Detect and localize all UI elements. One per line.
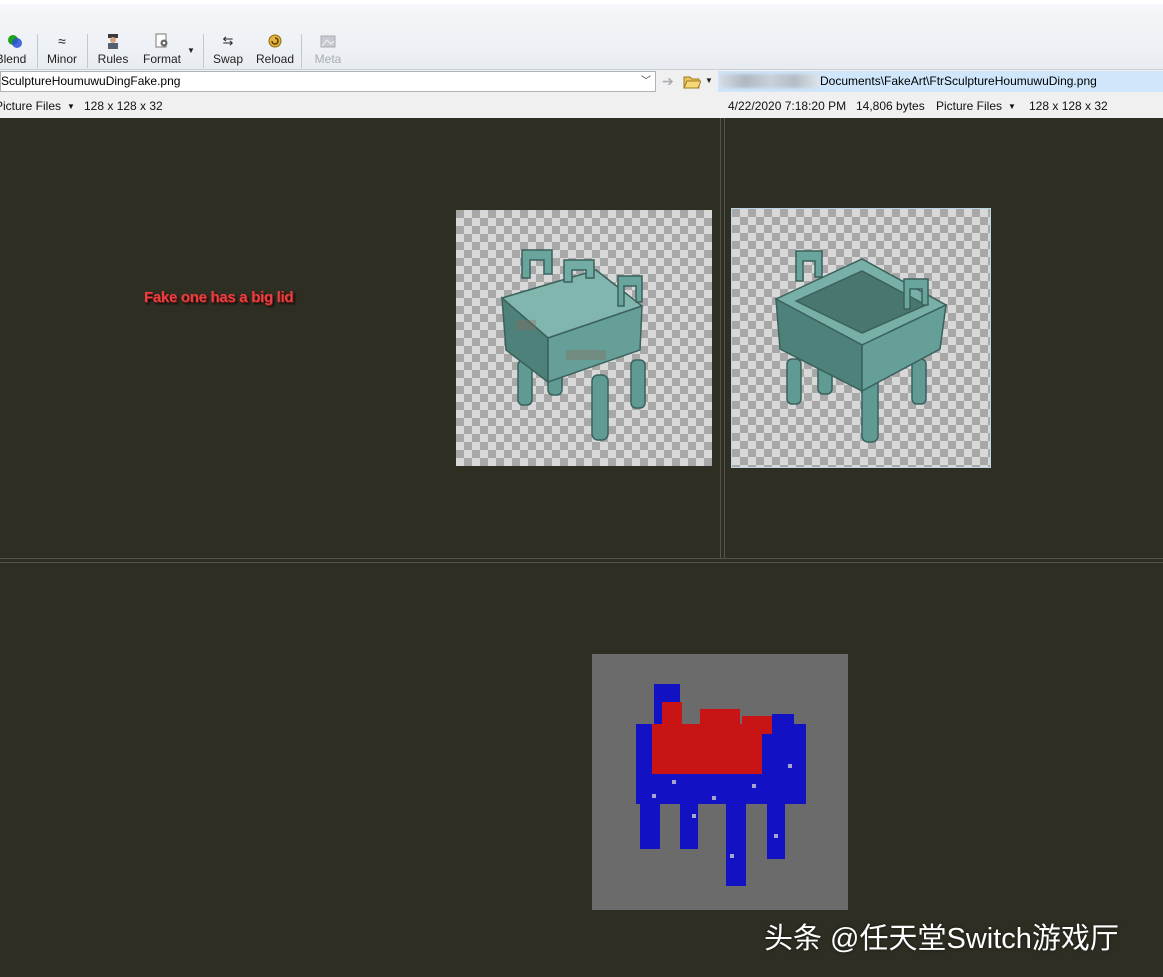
real-ding-image xyxy=(774,250,948,443)
minor-label: Minor xyxy=(46,52,77,66)
open-folder-icon[interactable] xyxy=(683,74,701,89)
info-row: Picture Files ▼ 128 x 128 x 32 4/22/2020 … xyxy=(0,94,1163,118)
format-label: Format xyxy=(142,52,181,66)
format-gear-icon xyxy=(155,33,168,48)
chevron-down-icon: ▼ xyxy=(67,102,75,111)
blend-button[interactable]: Blend xyxy=(0,32,30,70)
toolbar-separator xyxy=(87,34,88,68)
pane-splitter-horizontal-edge xyxy=(0,562,1163,563)
pane-splitter-vertical-edge xyxy=(724,118,725,558)
toolbar-separator xyxy=(301,34,302,68)
format-button[interactable]: Format xyxy=(140,32,184,70)
meta-button[interactable]: Meta xyxy=(310,32,346,70)
left-file-type: Picture Files xyxy=(0,99,62,113)
difference-image xyxy=(636,684,806,886)
forward-arrow-icon[interactable]: ➔ xyxy=(662,73,674,90)
pane-splitter-vertical[interactable] xyxy=(720,118,721,558)
rules-button[interactable]: Rules xyxy=(96,32,130,70)
chevron-down-icon[interactable]: ﹀ xyxy=(641,72,651,91)
right-path-text: Documents\FakeArt\FtrSculptureHoumuwuDin… xyxy=(820,74,1097,88)
rules-person-icon xyxy=(108,34,118,49)
right-file-type-select[interactable]: Picture Files ▼ xyxy=(936,94,1016,119)
path-row: SculptureHoumuwuDingFake.png ﹀ ➔ ▼ Docum… xyxy=(0,70,1163,94)
left-file-type-select[interactable]: Picture Files ▼ xyxy=(0,94,75,119)
right-image-canvas[interactable] xyxy=(731,208,991,468)
approx-icon: ≈ xyxy=(58,33,66,49)
annotation-text: Fake one has a big lid xyxy=(144,289,294,306)
toolbar: Blend ≈ Minor Rules Format ▼ ⇆ Swap Relo… xyxy=(0,0,1163,70)
minor-button[interactable]: ≈ Minor xyxy=(44,32,80,70)
toolbar-separator xyxy=(203,34,204,68)
toolbar-separator xyxy=(37,34,38,68)
meta-label: Meta xyxy=(314,52,342,66)
swap-button[interactable]: ⇆ Swap xyxy=(211,32,245,70)
right-file-type: Picture Files xyxy=(936,99,1003,113)
right-dimensions: 128 x 128 x 32 xyxy=(1029,99,1108,113)
blurred-path-segment xyxy=(720,74,820,88)
fake-ding-image xyxy=(500,249,646,441)
pane-splitter-horizontal[interactable] xyxy=(0,558,1163,559)
reload-button[interactable]: Reload xyxy=(255,32,295,70)
swap-icon: ⇆ xyxy=(222,33,234,48)
watermark-text: 头条 @任天堂Switch游戏厅 xyxy=(764,923,1119,955)
right-path-input[interactable]: Documents\FakeArt\FtrSculptureHoumuwuDin… xyxy=(718,71,1163,92)
reload-icon xyxy=(268,34,282,48)
chevron-down-icon: ▼ xyxy=(187,46,195,55)
left-path-text: SculptureHoumuwuDingFake.png xyxy=(1,74,181,88)
left-dimensions: 128 x 128 x 32 xyxy=(84,99,163,113)
blend-icon xyxy=(8,35,22,48)
rules-label: Rules xyxy=(97,52,129,66)
reload-label: Reload xyxy=(255,52,295,66)
right-file-size: 14,806 bytes xyxy=(856,99,925,113)
chevron-down-icon: ▼ xyxy=(1008,102,1016,111)
difference-canvas[interactable] xyxy=(592,654,848,910)
format-dropdown-button[interactable]: ▼ xyxy=(185,32,197,70)
left-path-input[interactable]: SculptureHoumuwuDingFake.png ﹀ xyxy=(0,71,656,92)
swap-label: Swap xyxy=(212,52,244,66)
chevron-down-icon[interactable]: ▼ xyxy=(705,76,713,85)
right-file-date: 4/22/2020 7:18:20 PM xyxy=(728,99,847,113)
blend-label: Blend xyxy=(0,52,27,66)
meta-icon xyxy=(320,35,336,48)
left-image-canvas[interactable] xyxy=(456,210,712,466)
